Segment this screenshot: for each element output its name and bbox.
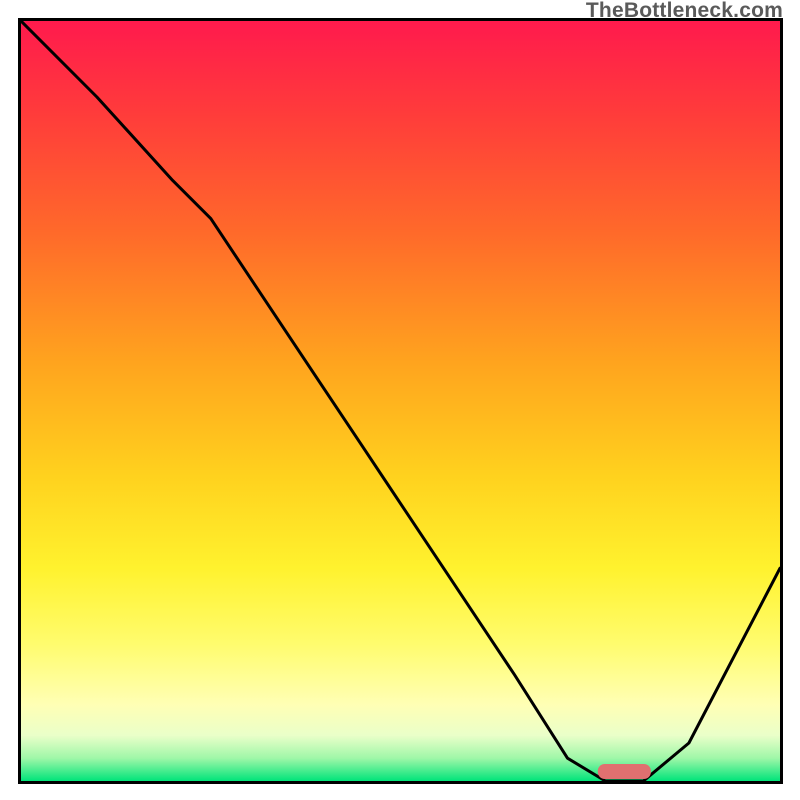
optimal-range-marker (598, 764, 651, 779)
bottleneck-curve-line (21, 21, 780, 781)
chart-svg-layer (21, 21, 780, 781)
chart-plot-area (18, 18, 783, 784)
chart-frame: TheBottleneck.com (0, 0, 800, 800)
